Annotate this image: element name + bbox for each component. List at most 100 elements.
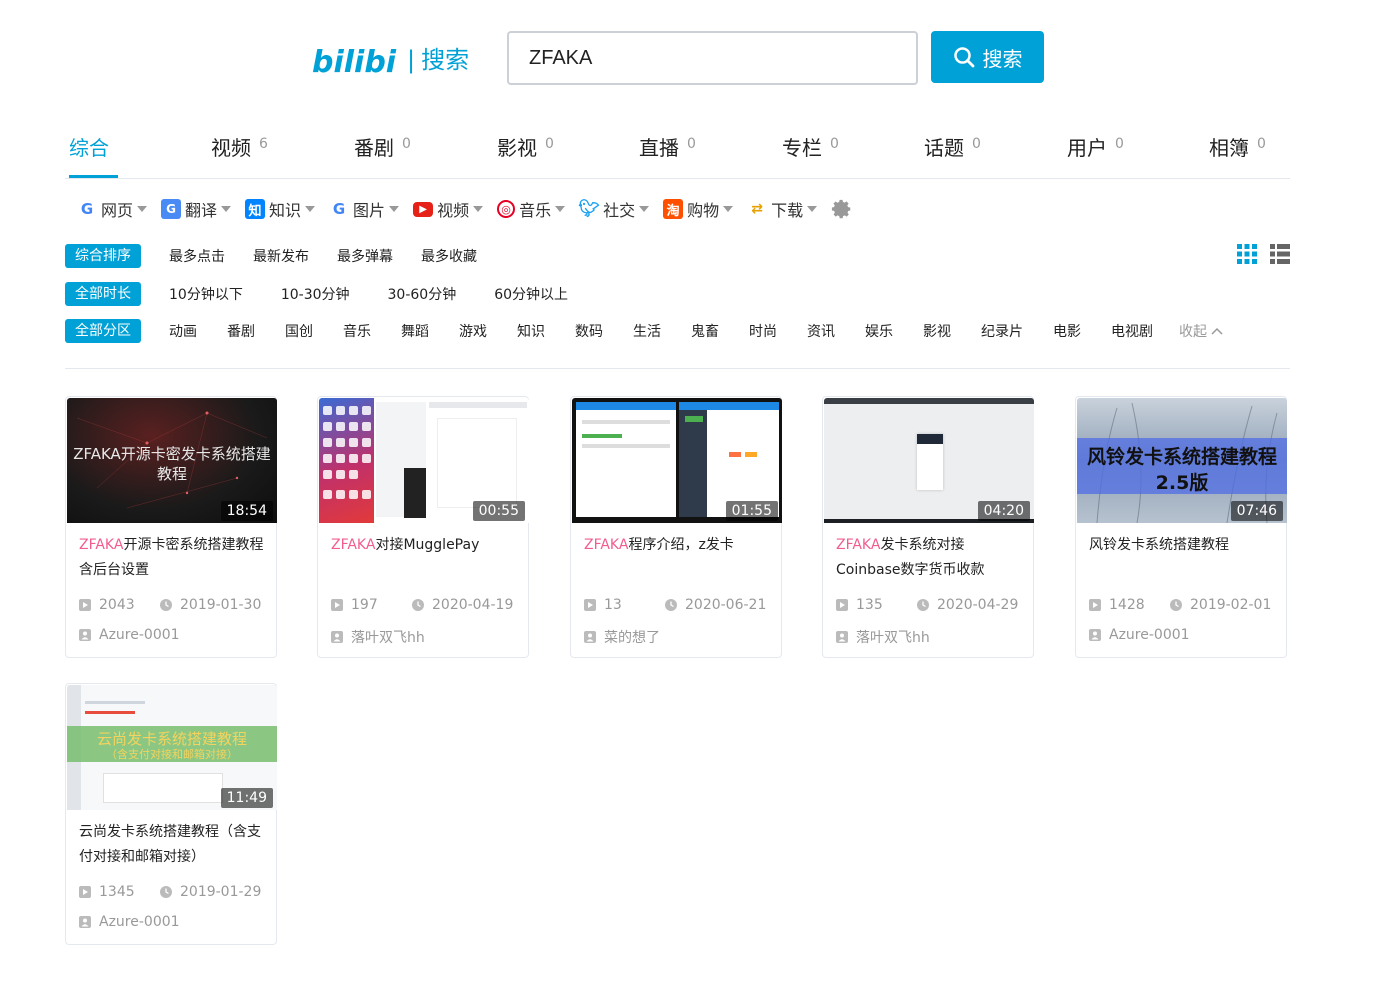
sort-option[interactable]: 最新发布	[253, 246, 309, 266]
grid-view-icon[interactable]	[1237, 244, 1257, 264]
video-title[interactable]: ZFAKA对接MugglePay	[331, 533, 519, 583]
sort-option[interactable]: 最多点击	[169, 246, 225, 266]
user-icon	[79, 629, 91, 641]
video-author[interactable]: Azure-0001	[79, 627, 180, 643]
form-line-graphic	[85, 711, 135, 714]
shortcut-video[interactable]: ▶ 视频	[413, 197, 484, 221]
zone-option[interactable]: 游戏	[459, 321, 487, 341]
tab-topic[interactable]: 话题 0	[924, 132, 981, 178]
title-text: 对接MugglePay	[375, 537, 480, 553]
video-title[interactable]: ZFAKA发卡系统对接Coinbase数字货币收款	[836, 533, 1024, 583]
video-title[interactable]: 云尚发卡系统搭建教程（含支付对接和邮箱对接）	[79, 820, 267, 870]
video-card[interactable]: 云尚发卡系统搭建教程 （含支付对接和邮箱对接） 11:49 云尚发卡系统搭建教程…	[65, 683, 277, 945]
tab-label: 影视	[497, 136, 537, 160]
list-view-icon[interactable]	[1270, 244, 1290, 264]
zone-option[interactable]: 生活	[633, 321, 661, 341]
video-thumbnail[interactable]: 风铃发卡系统搭建教程 2.5版 07:46	[1077, 398, 1287, 523]
search-input[interactable]: ZFAKA	[507, 31, 918, 85]
upload-date: 2019-01-29	[180, 884, 262, 900]
gear-icon[interactable]	[831, 198, 853, 220]
zone-option[interactable]: 鬼畜	[691, 321, 719, 341]
play-count-icon	[1089, 599, 1101, 611]
video-card[interactable]: 01:55 ZFAKA程序介绍，z发卡 13 2020-06-21 菜的想了	[570, 396, 782, 658]
title-keyword-highlight: ZFAKA	[79, 537, 124, 553]
sort-option[interactable]: 最多收藏	[421, 246, 477, 266]
zone-option[interactable]: 数码	[575, 321, 603, 341]
zone-option[interactable]: 纪录片	[981, 321, 1023, 341]
video-card[interactable]: 风铃发卡系统搭建教程 2.5版 07:46 风铃发卡系统搭建教程 1428 20…	[1075, 396, 1287, 658]
video-upload-date: 2019-01-30	[160, 597, 261, 613]
tab-article[interactable]: 专栏 0	[782, 132, 839, 178]
video-card[interactable]: 00:55 ZFAKA对接MugglePay 197 2020-04-19 落叶…	[317, 396, 529, 658]
shortcut-music[interactable]: ◎ 音乐	[497, 197, 566, 221]
tab-count: 0	[545, 136, 554, 152]
duration-option[interactable]: 10-30分钟	[281, 284, 350, 304]
zone-option[interactable]: 知识	[517, 321, 545, 341]
video-author[interactable]: Azure-0001	[79, 914, 180, 930]
video-author[interactable]: 菜的想了	[584, 627, 660, 647]
zone-option[interactable]: 电影	[1053, 321, 1081, 341]
collapse-button[interactable]: 收起	[1179, 321, 1223, 341]
zone-option[interactable]: 番剧	[227, 321, 255, 341]
payment-dialog-graphic	[917, 434, 943, 490]
tab-album[interactable]: 相簿 0	[1209, 132, 1266, 178]
video-author[interactable]: 落叶双飞hh	[836, 627, 930, 647]
video-thumbnail[interactable]: ZFAKA开源卡密发卡系统搭建教程 18:54	[67, 398, 277, 523]
video-title[interactable]: ZFAKA程序介绍，z发卡	[584, 533, 772, 583]
title-keyword-highlight: ZFAKA	[331, 537, 376, 553]
sort-option[interactable]: 最多弹幕	[337, 246, 393, 266]
shortcut-images[interactable]: G 图片	[329, 197, 400, 221]
duration-option[interactable]: 30-60分钟	[388, 284, 457, 304]
tab-video[interactable]: 视频 6	[211, 132, 268, 178]
zone-option[interactable]: 电视剧	[1111, 321, 1153, 341]
shortcut-social[interactable]: 🐦︎ 社交	[578, 197, 650, 221]
search-button[interactable]: 搜索	[931, 31, 1044, 83]
video-thumbnail[interactable]: 04:20	[824, 398, 1034, 523]
search-button-label: 搜索	[982, 46, 1023, 71]
zone-option[interactable]: 动画	[169, 321, 197, 341]
zone-option[interactable]: 国创	[285, 321, 313, 341]
tab-movie[interactable]: 影视 0	[497, 132, 554, 178]
video-author[interactable]: 落叶双飞hh	[331, 627, 425, 647]
video-card[interactable]: 04:20 ZFAKA发卡系统对接Coinbase数字货币收款 135 2020…	[822, 396, 1034, 658]
video-card[interactable]: ZFAKA开源卡密发卡系统搭建教程 18:54 ZFAKA开源卡密系统搭建教程含…	[65, 396, 277, 658]
bilibili-logo-icon: bilibili	[312, 45, 397, 80]
shortcut-zhihu[interactable]: 知 知识	[245, 197, 316, 221]
tab-label: 综合	[69, 136, 109, 160]
zone-option[interactable]: 时尚	[749, 321, 777, 341]
video-title[interactable]: ZFAKA开源卡密系统搭建教程含后台设置	[79, 533, 267, 583]
shortcut-web[interactable]: G 网页	[77, 197, 148, 221]
tab-count: 0	[972, 136, 981, 152]
video-thumbnail[interactable]: 01:55	[572, 398, 782, 523]
shortcut-shopping[interactable]: 淘 购物	[663, 197, 734, 221]
shortcut-translate[interactable]: G 翻译	[161, 197, 232, 221]
tab-live[interactable]: 直播 0	[639, 132, 696, 178]
duration-option[interactable]: 60分钟以上	[494, 284, 568, 304]
video-title[interactable]: 风铃发卡系统搭建教程	[1089, 533, 1277, 583]
zone-option[interactable]: 娱乐	[865, 321, 893, 341]
zone-option[interactable]: 舞蹈	[401, 321, 429, 341]
translate-icon: G	[161, 199, 182, 219]
title-text: 风铃发卡系统搭建教程	[1089, 537, 1229, 553]
play-count: 135	[856, 597, 883, 613]
thumbnail-caption: 风铃发卡系统搭建教程	[1086, 446, 1277, 468]
zone-option[interactable]: 影视	[923, 321, 951, 341]
tab-bangumi[interactable]: 番剧 0	[354, 132, 411, 178]
duration-option-active[interactable]: 全部时长	[65, 282, 141, 306]
video-thumbnail[interactable]: 云尚发卡系统搭建教程 （含支付对接和邮箱对接） 11:49	[67, 685, 277, 810]
video-author[interactable]: Azure-0001	[1089, 627, 1190, 643]
chevron-down-icon	[221, 206, 232, 212]
video-duration: 04:20	[977, 501, 1030, 521]
duration-option[interactable]: 10分钟以下	[169, 284, 243, 304]
video-thumbnail[interactable]: 00:55	[319, 398, 529, 523]
zone-option[interactable]: 音乐	[343, 321, 371, 341]
play-count-icon	[79, 599, 91, 611]
shortcut-download[interactable]: ⇄ 下载	[747, 197, 818, 221]
clock-icon	[1170, 599, 1182, 611]
zone-option-active[interactable]: 全部分区	[65, 319, 141, 343]
tab-all[interactable]: 综合	[69, 132, 118, 178]
bilibili-logo[interactable]: bilibili | 搜索	[312, 40, 469, 80]
tab-user[interactable]: 用户 0	[1067, 132, 1124, 178]
zone-option[interactable]: 资讯	[807, 321, 835, 341]
sort-option-active[interactable]: 综合排序	[65, 244, 141, 268]
